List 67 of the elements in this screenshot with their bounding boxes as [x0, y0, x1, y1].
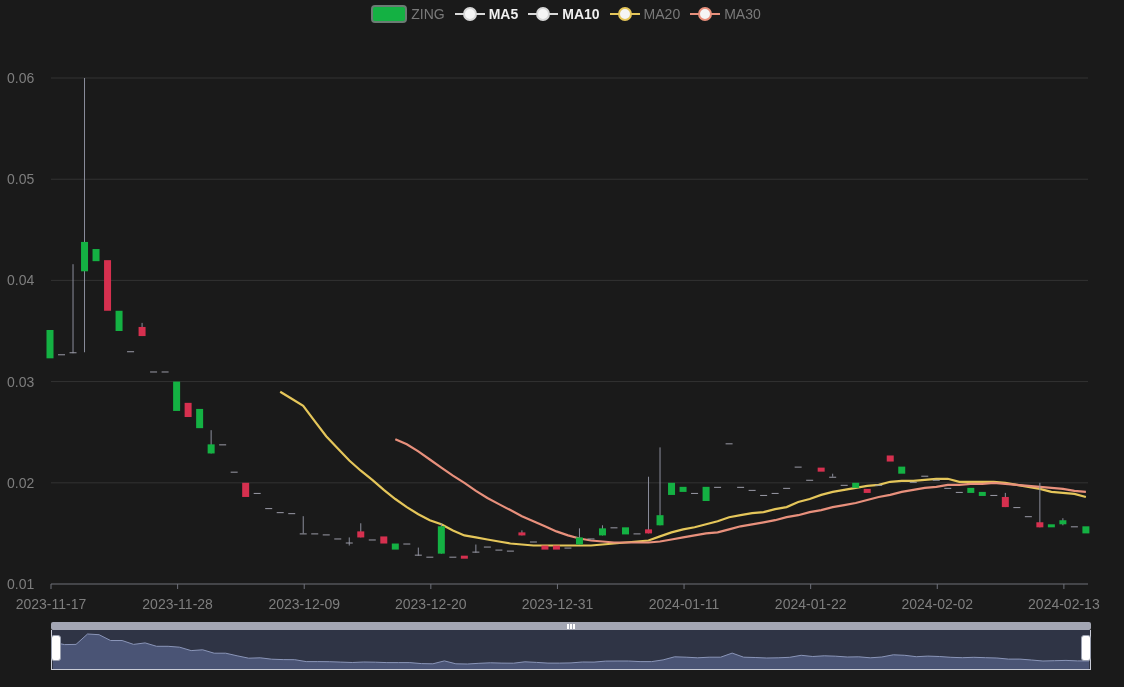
legend-label[interactable]: MA10 [562, 6, 600, 22]
y-axis-label: 0.05 [7, 171, 35, 188]
candle-legend-icon[interactable] [371, 4, 408, 24]
legend-label[interactable]: ZING [411, 6, 445, 22]
legend-label[interactable]: MA5 [488, 6, 519, 22]
y-axis-label: 0.06 [7, 70, 35, 86]
slider-handle[interactable] [1081, 635, 1091, 661]
candlestick [196, 408, 204, 429]
candlestick [414, 547, 422, 557]
candlestick [1036, 482, 1044, 528]
x-axis-label: 2024-02-02 [901, 596, 974, 612]
slider-handle[interactable] [51, 635, 61, 661]
x-axis-label: 2024-01-22 [774, 596, 847, 612]
candlestick [219, 444, 227, 446]
candlestick [668, 482, 676, 495]
candlestick [725, 443, 733, 445]
candlestick [575, 527, 583, 546]
candlestick [794, 466, 802, 468]
candlestick [829, 473, 837, 478]
candlestick [1047, 524, 1055, 528]
candlestick [253, 492, 261, 494]
x-axis-label: 2023-12-20 [395, 596, 467, 612]
candlestick [184, 402, 192, 417]
candlestick [230, 471, 238, 473]
x-axis-label: 2023-12-09 [268, 596, 341, 612]
y-axis-label: 0.03 [7, 373, 35, 390]
y-axis-label: 0.02 [7, 474, 35, 491]
candlestick [92, 249, 100, 262]
y-axis-label: 0.01 [7, 576, 35, 592]
candlestick [1059, 517, 1067, 526]
candlestick [207, 429, 215, 454]
candlestick [46, 330, 54, 359]
candlestick [138, 322, 146, 337]
candlestick [714, 486, 722, 488]
candlestick [599, 524, 606, 536]
candlestick [702, 486, 710, 501]
candlestick [242, 482, 250, 497]
x-axis-label: 2023-12-31 [521, 596, 594, 612]
candlestick [115, 310, 123, 331]
x-axis-label: 2024-02-13 [1028, 596, 1100, 612]
candlestick [645, 476, 652, 534]
line-legend-icon[interactable] [609, 6, 640, 22]
legend-label[interactable]: MA20 [643, 6, 681, 22]
candlestick [173, 381, 181, 411]
grip-icon [567, 623, 575, 629]
candlestick [426, 556, 434, 558]
x-axis-label: 2024-01-11 [648, 596, 720, 612]
candlestick [437, 522, 445, 555]
zoom-slider-track[interactable] [51, 630, 1091, 670]
line-legend-icon[interactable] [690, 6, 721, 22]
candlestick [345, 536, 353, 547]
y-axis-label: 0.04 [7, 272, 35, 289]
candlestick [299, 515, 307, 535]
candlestick [518, 529, 526, 536]
x-axis-label: 2023-11-17 [15, 596, 87, 612]
candlestick [127, 351, 135, 353]
legend-label[interactable]: MA30 [724, 6, 761, 22]
candlestick [472, 544, 480, 554]
slider-drag-bar[interactable] [51, 622, 1091, 630]
candlestick [357, 522, 365, 538]
line-legend-icon[interactable] [454, 6, 485, 22]
line-legend-icon[interactable] [528, 6, 559, 22]
candlestick [104, 260, 112, 311]
candlestick [58, 354, 65, 356]
candlestick [587, 538, 595, 540]
candlestick [1001, 492, 1009, 508]
x-axis-label: 2023-11-28 [142, 596, 213, 612]
